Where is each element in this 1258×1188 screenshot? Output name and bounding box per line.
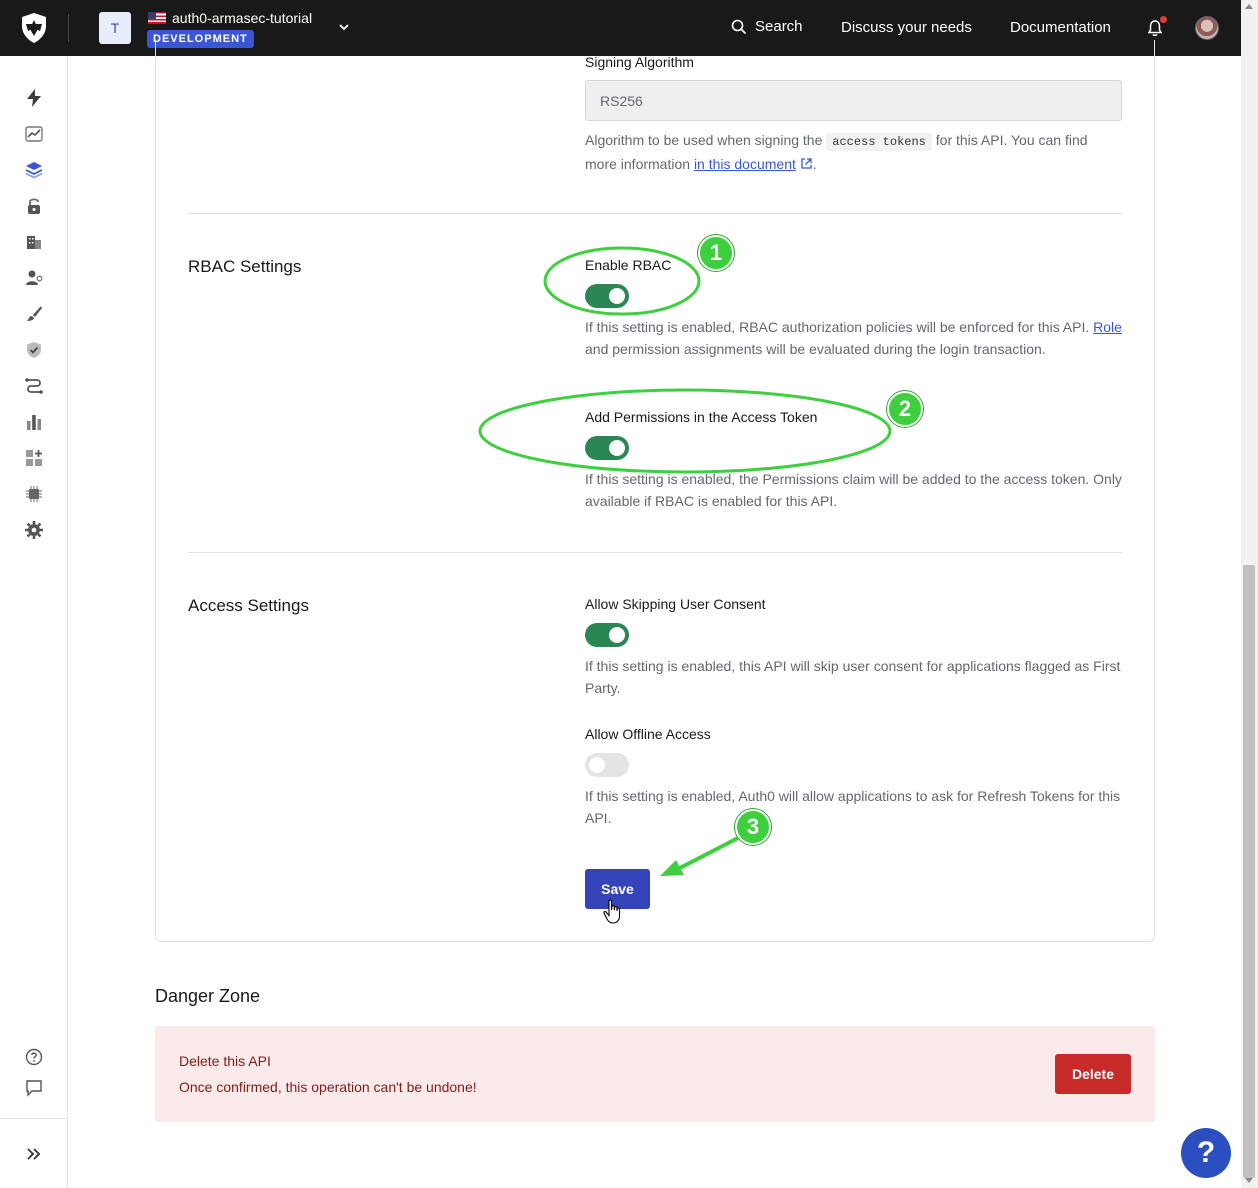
search-button[interactable]: Search (731, 18, 803, 35)
annotation-step-2-badge: 2 (887, 391, 923, 427)
tenant-switcher[interactable]: auth0-armasec-tutorial (148, 10, 312, 26)
signing-help-suffix: . (812, 156, 817, 172)
annotation-step-1-badge: 1 (698, 235, 734, 271)
allow-offline-access-toggle[interactable] (585, 753, 629, 777)
scroll-down-arrow[interactable] (1245, 1178, 1253, 1183)
expand-sidebar-icon[interactable] (24, 1144, 44, 1164)
signing-algorithm-value: RS256 (600, 92, 643, 109)
delete-api-heading: Delete this API (179, 1053, 271, 1069)
tenant-avatar[interactable]: T (99, 12, 131, 44)
sidebar (0, 56, 68, 1188)
signing-help-prefix: Algorithm to be used when signing the (585, 132, 823, 148)
delete-api-warning: Once confirmed, this operation can't be … (179, 1079, 477, 1095)
discuss-your-needs-link[interactable]: Discuss your needs (841, 19, 972, 36)
allow-skipping-consent-toggle[interactable] (585, 623, 629, 647)
role-link[interactable]: Role (1093, 319, 1122, 335)
signing-algorithm-label: Signing Algorithm (585, 54, 694, 70)
marketplace-icon[interactable] (24, 448, 44, 468)
allow-offline-access-label: Allow Offline Access (585, 726, 711, 742)
layers-icon[interactable] (24, 160, 44, 180)
toggle-knob (609, 440, 625, 456)
feedback-chat-icon[interactable] (24, 1078, 44, 1098)
enable-rbac-help: If this setting is enabled, RBAC authori… (585, 316, 1122, 360)
documentation-link[interactable]: Documentation (1010, 19, 1111, 36)
scroll-up-arrow[interactable] (1245, 4, 1253, 9)
activity-chart-icon[interactable] (24, 124, 44, 144)
search-icon (731, 19, 747, 34)
user-avatar[interactable] (1195, 16, 1219, 40)
rbac-help-part2: and permission assignments will be evalu… (585, 341, 1046, 357)
header-divider (68, 14, 69, 42)
lightning-icon[interactable] (24, 88, 44, 108)
delete-button[interactable]: Delete (1055, 1054, 1131, 1094)
annotation-step-3-badge: 3 (735, 809, 771, 845)
hand-cursor-icon (603, 899, 621, 924)
tenant-name: auth0-armasec-tutorial (172, 10, 313, 26)
enable-rbac-toggle[interactable] (585, 284, 629, 308)
rbac-settings-title: RBAC Settings (188, 257, 302, 276)
in-this-document-link[interactable]: in this document (694, 156, 796, 172)
notification-dot (1160, 16, 1167, 23)
external-link-icon (801, 158, 812, 169)
rbac-help-part1: If this setting is enabled, RBAC authori… (585, 319, 1090, 335)
settings-gear-icon[interactable] (24, 520, 44, 540)
security-shield-icon[interactable] (24, 340, 44, 360)
monitoring-bars-icon[interactable] (24, 412, 44, 432)
add-permissions-toggle[interactable] (585, 436, 629, 460)
toggle-knob (609, 627, 625, 643)
auth0-logo-icon[interactable] (20, 12, 48, 44)
access-settings-title: Access Settings (188, 596, 309, 615)
chevron-down-icon[interactable] (337, 20, 351, 34)
allow-skipping-consent-help: If this setting is enabled, this API wil… (585, 658, 1121, 696)
us-flag-icon (148, 12, 166, 24)
access-tokens-code: access tokens (826, 133, 932, 151)
allow-skipping-consent-label: Allow Skipping User Consent (585, 596, 766, 612)
enable-rbac-label: Enable RBAC (585, 257, 672, 273)
search-label: Search (755, 18, 803, 35)
add-permissions-label: Add Permissions in the Access Token (585, 409, 818, 425)
extensions-chip-icon[interactable] (24, 484, 44, 504)
sidebar-divider (0, 1118, 67, 1119)
actions-flow-icon[interactable] (24, 376, 44, 396)
allow-offline-access-help: If this setting is enabled, Auth0 will a… (585, 788, 1121, 826)
danger-zone-title: Danger Zone (155, 986, 261, 1006)
branding-brush-icon[interactable] (24, 304, 44, 324)
signing-algorithm-field[interactable]: RS256 (585, 80, 1122, 121)
section-divider (188, 552, 1122, 553)
help-circle-icon[interactable] (24, 1047, 44, 1067)
add-permissions-help: If this setting is enabled, the Permissi… (585, 471, 1122, 509)
help-fab-button[interactable]: ? (1181, 1128, 1231, 1178)
toggle-knob (589, 757, 605, 773)
signing-algorithm-help: Algorithm to be used when signing the ac… (585, 129, 1122, 175)
section-divider (188, 213, 1122, 214)
danger-zone-box (155, 1026, 1155, 1122)
scrollbar-thumb[interactable] (1243, 565, 1255, 1178)
toggle-knob (609, 288, 625, 304)
user-management-icon[interactable] (24, 268, 44, 288)
organizations-icon[interactable] (24, 232, 44, 252)
lock-icon[interactable] (24, 196, 44, 216)
